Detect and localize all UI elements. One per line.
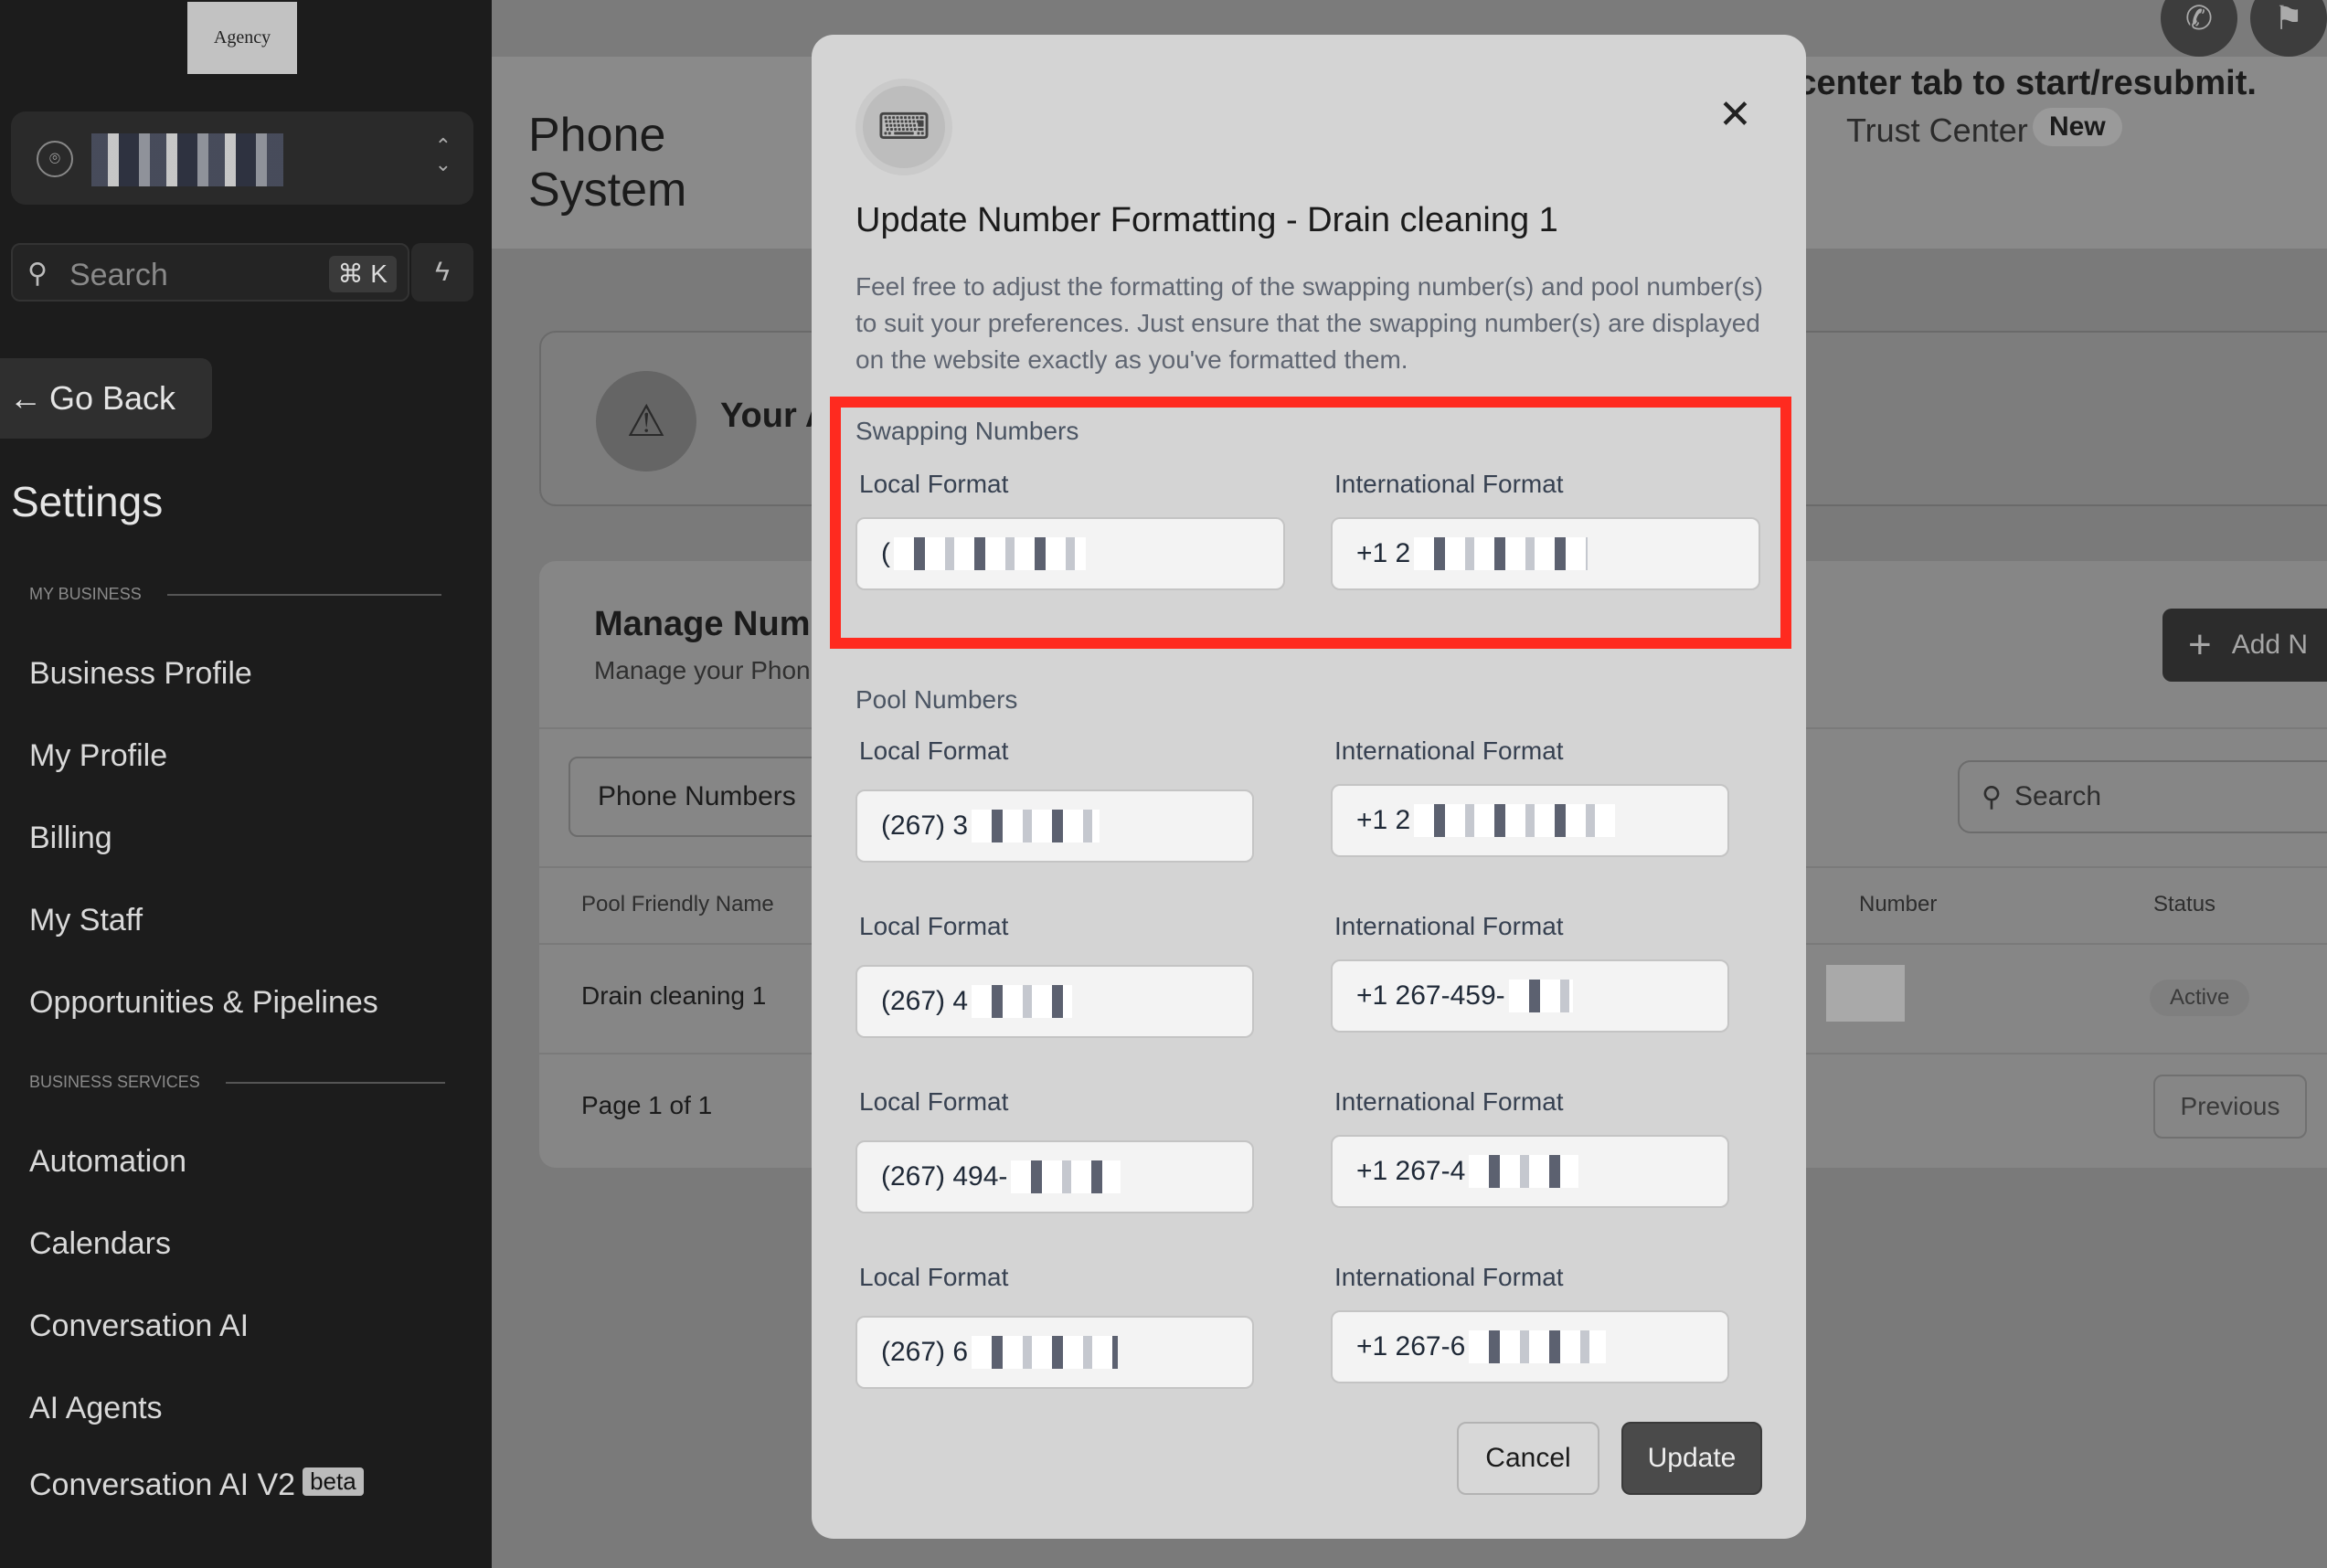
table-search-placeholder: Search	[2014, 781, 2102, 811]
phone-icon[interactable]: ✆	[2161, 0, 2237, 57]
redacted-number	[1826, 965, 1905, 1022]
sidebar-item-business-profile[interactable]: Business Profile	[29, 656, 252, 692]
pool-intl-input-1[interactable]: +1 2	[1331, 784, 1729, 857]
sidebar-search[interactable]: ⚲ Search ⌘ K	[11, 243, 409, 302]
update-number-formatting-modal: ⌨ ✕ Update Number Formatting - Drain cle…	[812, 35, 1806, 1539]
card-subtitle: Manage your Phon	[594, 656, 811, 684]
redacted-value	[972, 985, 1073, 1018]
modal-title: Update Number Formatting - Drain cleanin…	[855, 201, 1558, 239]
agency-logo[interactable]: Agency	[187, 2, 297, 74]
sidebar-search-placeholder: Search	[69, 258, 168, 292]
previous-page-button[interactable]: Previous	[2153, 1075, 2307, 1139]
tab-phone-numbers[interactable]: Phone Numbers	[568, 757, 843, 837]
pool-local-input-1[interactable]: (267) 3	[855, 789, 1254, 863]
go-back-button[interactable]: ← Go Back	[0, 358, 212, 439]
add-number-button[interactable]: + Add N	[2162, 609, 2327, 682]
pool-local-label: Local Format	[859, 1263, 1009, 1291]
page-title: Phone System	[528, 109, 687, 217]
pool-numbers-title: Pool Numbers	[855, 685, 1018, 714]
sidebar-item-calendars[interactable]: Calendars	[29, 1226, 171, 1262]
search-icon: ⚲	[1982, 781, 2002, 812]
redacted-value	[1414, 804, 1616, 837]
redacted-value	[1469, 1330, 1607, 1363]
card-title: Manage Numb	[594, 605, 832, 643]
section-heading-my-business: MY BUSINESS	[29, 585, 441, 604]
redacted-value	[894, 537, 1086, 570]
sidebar-item-opportunities[interactable]: Opportunities & Pipelines	[29, 985, 378, 1021]
redacted-value	[1469, 1155, 1579, 1188]
quick-actions-bolt-icon[interactable]: ϟ	[411, 243, 473, 302]
column-header-status: Status	[2153, 892, 2216, 916]
pool-intl-input-4[interactable]: +1 267-6	[1331, 1310, 1729, 1383]
megaphone-icon[interactable]: ⚑	[2250, 0, 2327, 57]
swapping-numbers-title: Swapping Numbers	[855, 417, 1079, 445]
sidebar-item-conversation-ai-v2[interactable]: Conversation AI V2 beta	[29, 1467, 364, 1503]
arrow-left-icon: ←	[9, 379, 42, 417]
pool-intl-label: International Format	[1334, 1263, 1564, 1291]
sidebar-item-my-profile[interactable]: My Profile	[29, 738, 167, 774]
redacted-location-name	[91, 133, 283, 186]
modal-description: Feel free to adjust the formatting of th…	[855, 272, 1763, 374]
banner-text-right: st center tab to start/resubmit.	[1757, 64, 2257, 102]
section-heading-business-services: BUSINESS SERVICES	[29, 1073, 445, 1092]
location-pin-icon: ⌾	[37, 141, 73, 177]
swapping-intl-input[interactable]: +1 2	[1331, 517, 1760, 590]
pool-local-label: Local Format	[859, 912, 1009, 940]
location-switcher[interactable]: ⌾ ⌃ ⌄	[11, 111, 473, 205]
column-header-pool-name: Pool Friendly Name	[581, 892, 774, 916]
phone-format-icon: ⌨	[855, 79, 952, 175]
swapping-local-label: Local Format	[859, 470, 1009, 498]
close-icon[interactable]: ✕	[1718, 95, 1752, 135]
pool-intl-label: International Format	[1334, 912, 1564, 940]
go-back-label: Go Back	[49, 379, 176, 417]
redacted-value	[972, 1336, 1119, 1369]
row-pool-name[interactable]: Drain cleaning 1	[581, 981, 766, 1011]
logo-text: Agency	[213, 27, 271, 48]
pool-intl-input-3[interactable]: +1 267-4	[1331, 1135, 1729, 1208]
settings-title: Settings	[11, 478, 164, 525]
update-button[interactable]: Update	[1621, 1422, 1762, 1495]
sidebar-item-automation[interactable]: Automation	[29, 1144, 186, 1180]
redacted-value	[972, 810, 1100, 842]
sidebar-item-conversation-ai[interactable]: Conversation AI	[29, 1308, 249, 1344]
pool-local-label: Local Format	[859, 1087, 1009, 1116]
sidebar-item-ai-agents[interactable]: AI Agents	[29, 1391, 163, 1426]
tab-trust-center[interactable]: Trust Center	[1846, 111, 2028, 150]
redacted-value	[1508, 980, 1573, 1012]
plus-icon: +	[2188, 622, 2212, 667]
pool-local-input-4[interactable]: (267) 6	[855, 1316, 1254, 1389]
chevron-up-down-icon: ⌃ ⌄	[434, 134, 452, 175]
pool-local-input-2[interactable]: (267) 4	[855, 965, 1254, 1038]
status-badge: Active	[2150, 980, 2250, 1016]
cancel-button[interactable]: Cancel	[1457, 1422, 1599, 1495]
pool-intl-input-2[interactable]: +1 267-459-	[1331, 959, 1729, 1033]
swapping-local-input[interactable]: (	[855, 517, 1285, 590]
beta-badge: beta	[303, 1467, 364, 1496]
sidebar-item-billing[interactable]: Billing	[29, 821, 112, 856]
add-number-label: Add N	[2231, 630, 2309, 660]
redacted-value	[1414, 537, 1589, 570]
column-header-number: Number	[1859, 892, 1938, 916]
pool-local-input-3[interactable]: (267) 494-	[855, 1140, 1254, 1213]
pool-intl-label: International Format	[1334, 736, 1564, 765]
search-shortcut: ⌘ K	[328, 256, 397, 292]
sidebar: Agency ⌾ ⌃ ⌄ ⚲ Search ⌘ K ϟ ← Go Back Set…	[0, 0, 492, 1568]
pagination-text: Page 1 of 1	[581, 1091, 713, 1119]
pool-intl-label: International Format	[1334, 1087, 1564, 1116]
sidebar-item-my-staff[interactable]: My Staff	[29, 903, 143, 938]
redacted-value	[1011, 1160, 1121, 1193]
sidebar-item-label: Conversation AI V2	[29, 1467, 296, 1502]
new-badge: New	[2033, 108, 2122, 146]
table-search-input[interactable]: ⚲ Search	[1958, 760, 2327, 833]
pool-local-label: Local Format	[859, 736, 1009, 765]
search-icon: ⚲	[27, 259, 48, 289]
swapping-intl-label: International Format	[1334, 470, 1564, 498]
warning-icon: ⚠	[596, 371, 696, 471]
